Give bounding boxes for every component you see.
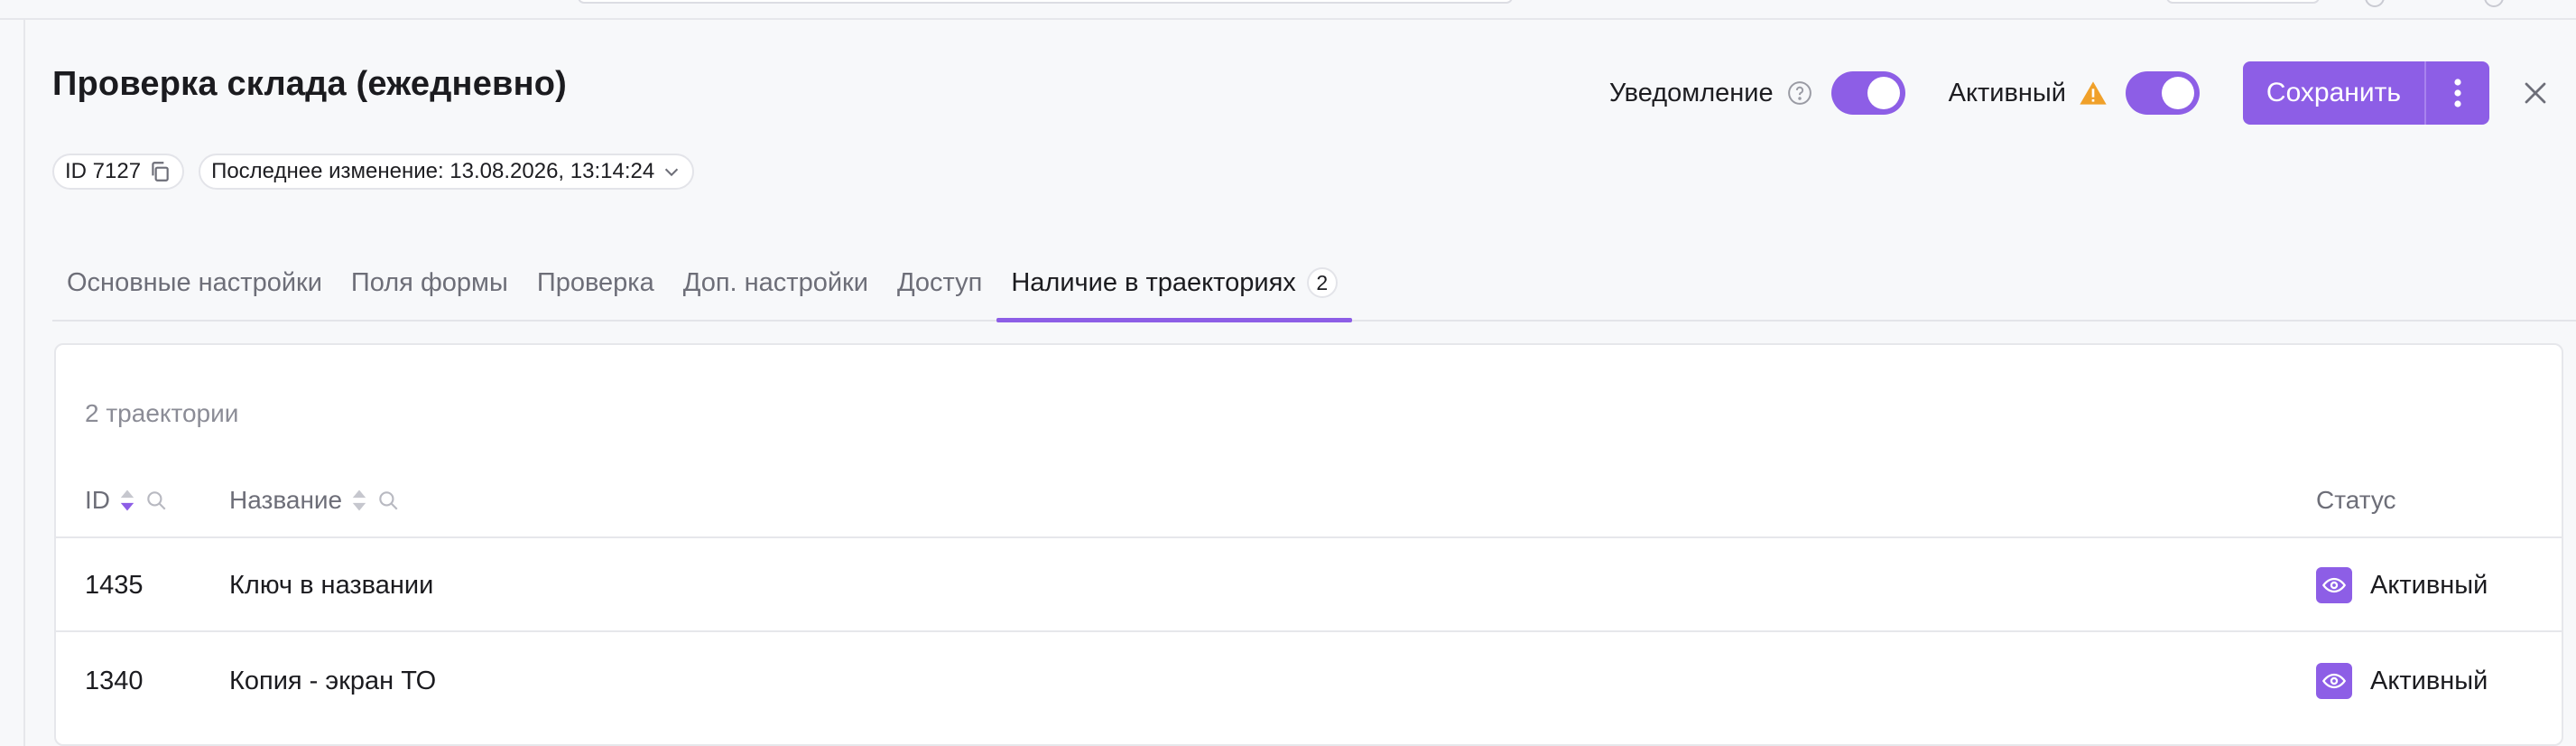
tab-label: Доступ	[896, 267, 983, 297]
more-vertical-icon	[2454, 79, 2461, 107]
close-button[interactable]	[2522, 79, 2549, 107]
close-icon	[2525, 82, 2546, 104]
row-id: 1435	[85, 570, 144, 600]
id-chip-label: ID 7127	[65, 159, 142, 183]
tab-label: Основные настройки	[67, 267, 322, 297]
row-id: 1340	[85, 666, 144, 695]
notification-toggle[interactable]	[1830, 71, 1905, 115]
top-bar-avatar[interactable]	[2484, 0, 2504, 7]
eye-icon[interactable]	[2316, 663, 2352, 699]
column-header-name[interactable]: Название	[229, 462, 400, 538]
status-label: Активный	[2370, 666, 2488, 695]
column-header-label: Статус	[2316, 486, 2396, 514]
sort-icon[interactable]	[119, 489, 135, 512]
id-chip[interactable]: ID 7127	[52, 154, 185, 190]
status-label: Активный	[2370, 570, 2488, 600]
global-search-input[interactable]	[578, 0, 1513, 4]
tab-access[interactable]: Доступ	[883, 246, 996, 320]
row-status: Активный	[2316, 634, 2488, 728]
meta-chips: ID 7127 Последнее изменение: 13.08.2026,…	[52, 154, 695, 190]
results-count: 2 траектории	[85, 399, 239, 427]
tab-extra-settings[interactable]: Доп. настройки	[669, 246, 883, 320]
tab-trajectories[interactable]: Наличие в траекториях 2	[996, 246, 1353, 322]
column-header-id[interactable]: ID	[85, 462, 168, 538]
warning-icon	[2080, 81, 2107, 105]
copy-icon[interactable]	[148, 160, 171, 183]
detail-panel: Проверка склада (ежедневно) ID 7127 Посл…	[23, 20, 2576, 746]
tab-count-badge: 2	[1306, 267, 1338, 298]
search-icon[interactable]	[376, 489, 400, 512]
tab-main-settings[interactable]: Основные настройки	[52, 246, 337, 320]
header-controls: Уведомление Активный Сохранить	[1609, 61, 2549, 125]
tab-bar: Основные настройки Поля формы Проверка Д…	[52, 246, 2576, 322]
tab-label: Наличие в траекториях	[1011, 267, 1296, 297]
table-row[interactable]: 1340 Копия - экран ТО Активный	[56, 634, 2562, 728]
row-name[interactable]: Копия - экран ТО	[229, 634, 436, 728]
chevron-down-icon	[665, 168, 679, 177]
column-header-label: ID	[85, 486, 110, 514]
table-row[interactable]: 1435 Ключ в названии Активный	[56, 538, 2562, 632]
save-button[interactable]: Сохранить	[2242, 61, 2424, 125]
active-toggle[interactable]	[2125, 71, 2200, 115]
trajectories-table-card: 2 траектории ID Название Статус 1435 Клю…	[54, 343, 2563, 746]
help-icon[interactable]	[1786, 79, 1813, 107]
tab-label: Проверка	[536, 267, 654, 297]
sort-icon[interactable]	[351, 489, 367, 512]
tab-check[interactable]: Проверка	[523, 246, 669, 320]
eye-icon[interactable]	[2316, 567, 2352, 603]
tab-label: Доп. настройки	[682, 267, 868, 297]
tab-form-fields[interactable]: Поля формы	[337, 246, 523, 320]
notification-label: Уведомление	[1608, 78, 1774, 107]
table-header: ID Название Статус	[56, 462, 2562, 538]
more-actions-button[interactable]	[2424, 61, 2489, 125]
column-header-status: Статус	[2316, 462, 2396, 538]
row-status: Активный	[2316, 538, 2488, 632]
active-label: Активный	[1948, 78, 2066, 107]
row-name[interactable]: Ключ в названии	[229, 538, 433, 632]
page-title: Проверка склада (ежедневно)	[52, 65, 568, 103]
save-button-group: Сохранить	[2242, 61, 2489, 125]
top-bar-button[interactable]	[2166, 0, 2320, 4]
tab-label: Поля формы	[350, 267, 508, 297]
last-modified-label: Последнее изменение: 13.08.2026, 13:14:2…	[211, 159, 655, 183]
top-app-bar	[0, 0, 2576, 20]
top-bar-icon[interactable]	[2365, 0, 2385, 7]
column-header-label: Название	[229, 486, 343, 514]
search-icon[interactable]	[144, 489, 168, 512]
last-modified-dropdown[interactable]: Последнее изменение: 13.08.2026, 13:14:2…	[199, 154, 695, 190]
